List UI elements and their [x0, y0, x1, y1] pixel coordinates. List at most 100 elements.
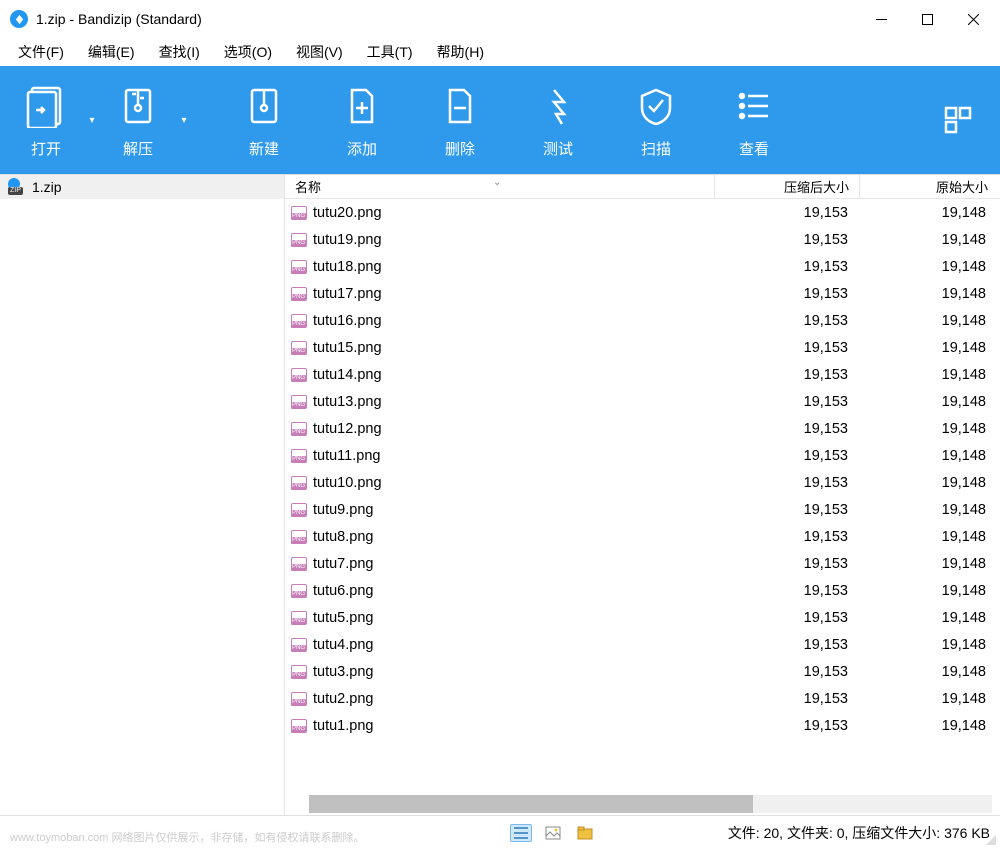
col-original[interactable]: 原始大小 — [860, 175, 998, 198]
extract-button[interactable]: 解压 — [106, 74, 170, 167]
file-row[interactable]: tutu15.png 19,153 19,148 — [285, 334, 1000, 361]
file-name: tutu16.png — [313, 313, 382, 329]
file-original: 19,148 — [860, 421, 998, 437]
app-icon — [10, 10, 28, 28]
file-original: 19,148 — [860, 529, 998, 545]
file-original: 19,148 — [860, 502, 998, 518]
minimize-button[interactable] — [858, 3, 904, 35]
file-row[interactable]: tutu20.png 19,153 19,148 — [285, 199, 1000, 226]
file-name: tutu3.png — [313, 664, 373, 680]
file-row[interactable]: tutu16.png 19,153 19,148 — [285, 307, 1000, 334]
view-details-icon[interactable] — [510, 824, 532, 842]
delete-icon — [438, 82, 482, 130]
file-panel: 名称 ⌄ 压缩后大小 原始大小 tutu20.png 19,153 19,148… — [285, 175, 1000, 815]
extract-label: 解压 — [123, 138, 153, 159]
png-icon — [291, 233, 307, 247]
file-row[interactable]: tutu14.png 19,153 19,148 — [285, 361, 1000, 388]
view-button[interactable]: 查看 — [722, 74, 786, 167]
file-name: tutu4.png — [313, 637, 373, 653]
file-name: tutu8.png — [313, 529, 373, 545]
view-thumbnails-icon[interactable] — [542, 824, 564, 842]
extract-dropdown[interactable]: ▾ — [170, 115, 198, 126]
file-row[interactable]: tutu3.png 19,153 19,148 — [285, 658, 1000, 685]
window-title: 1.zip - Bandizip (Standard) — [36, 11, 858, 27]
png-icon — [291, 584, 307, 598]
png-icon — [291, 422, 307, 436]
zip-icon: ZIP — [8, 180, 26, 194]
file-row[interactable]: tutu11.png 19,153 19,148 — [285, 442, 1000, 469]
open-button[interactable]: 打开 — [14, 74, 78, 167]
file-compressed: 19,153 — [715, 475, 860, 491]
file-original: 19,148 — [860, 205, 998, 221]
menu-edit[interactable]: 编辑(E) — [78, 40, 145, 64]
file-compressed: 19,153 — [715, 367, 860, 383]
file-compressed: 19,153 — [715, 421, 860, 437]
test-label: 测试 — [543, 138, 573, 159]
png-icon — [291, 503, 307, 517]
file-row[interactable]: tutu5.png 19,153 19,148 — [285, 604, 1000, 631]
file-compressed: 19,153 — [715, 286, 860, 302]
file-compressed: 19,153 — [715, 205, 860, 221]
new-label: 新建 — [249, 138, 279, 159]
file-row[interactable]: tutu4.png 19,153 19,148 — [285, 631, 1000, 658]
menu-options[interactable]: 选项(O) — [214, 40, 282, 64]
open-dropdown[interactable]: ▾ — [78, 115, 106, 126]
tree-root[interactable]: ZIP 1.zip — [0, 175, 284, 199]
menu-help[interactable]: 帮助(H) — [427, 40, 494, 64]
view-label: 查看 — [739, 138, 769, 159]
file-row[interactable]: tutu18.png 19,153 19,148 — [285, 253, 1000, 280]
file-row[interactable]: tutu12.png 19,153 19,148 — [285, 415, 1000, 442]
file-row[interactable]: tutu1.png 19,153 19,148 — [285, 712, 1000, 739]
file-row[interactable]: tutu7.png 19,153 19,148 — [285, 550, 1000, 577]
menu-file[interactable]: 文件(F) — [8, 40, 74, 64]
file-original: 19,148 — [860, 367, 998, 383]
png-icon — [291, 638, 307, 652]
file-row[interactable]: tutu2.png 19,153 19,148 — [285, 685, 1000, 712]
close-button[interactable] — [950, 3, 996, 35]
delete-label: 删除 — [445, 138, 475, 159]
col-compressed[interactable]: 压缩后大小 — [715, 175, 860, 198]
png-icon — [291, 530, 307, 544]
file-name: tutu15.png — [313, 340, 382, 356]
file-row[interactable]: tutu6.png 19,153 19,148 — [285, 577, 1000, 604]
folder-tree: ZIP 1.zip — [0, 175, 285, 815]
file-row[interactable]: tutu8.png 19,153 19,148 — [285, 523, 1000, 550]
png-icon — [291, 611, 307, 625]
file-name: tutu5.png — [313, 610, 373, 626]
extract-icon — [116, 82, 160, 130]
file-row[interactable]: tutu19.png 19,153 19,148 — [285, 226, 1000, 253]
codepage-button[interactable] — [930, 88, 986, 152]
toolbar: 打开 ▾ 解压 ▾ 新建 添加 删除 测试 扫描 查看 — [0, 66, 1000, 174]
delete-button[interactable]: 删除 — [428, 74, 492, 167]
menu-find[interactable]: 查找(I) — [149, 40, 210, 64]
png-icon — [291, 206, 307, 220]
png-icon — [291, 341, 307, 355]
horizontal-scrollbar[interactable] — [309, 795, 992, 813]
menu-tools[interactable]: 工具(T) — [357, 40, 423, 64]
scan-button[interactable]: 扫描 — [624, 74, 688, 167]
file-original: 19,148 — [860, 313, 998, 329]
file-row[interactable]: tutu9.png 19,153 19,148 — [285, 496, 1000, 523]
file-compressed: 19,153 — [715, 583, 860, 599]
test-button[interactable]: 测试 — [526, 74, 590, 167]
codepage-icon — [936, 96, 980, 144]
file-row[interactable]: tutu10.png 19,153 19,148 — [285, 469, 1000, 496]
file-original: 19,148 — [860, 448, 998, 464]
title-bar: 1.zip - Bandizip (Standard) — [0, 0, 1000, 38]
file-compressed: 19,153 — [715, 610, 860, 626]
file-row[interactable]: tutu13.png 19,153 19,148 — [285, 388, 1000, 415]
view-explorer-icon[interactable] — [574, 824, 596, 842]
file-list[interactable]: tutu20.png 19,153 19,148 tutu19.png 19,1… — [285, 199, 1000, 793]
png-icon — [291, 719, 307, 733]
maximize-button[interactable] — [904, 3, 950, 35]
file-original: 19,148 — [860, 340, 998, 356]
menu-view[interactable]: 视图(V) — [286, 40, 353, 64]
new-button[interactable]: 新建 — [232, 74, 296, 167]
file-name: tutu2.png — [313, 691, 373, 707]
file-name: tutu19.png — [313, 232, 382, 248]
file-name: tutu17.png — [313, 286, 382, 302]
resize-grip[interactable] — [984, 833, 996, 845]
add-button[interactable]: 添加 — [330, 74, 394, 167]
file-row[interactable]: tutu17.png 19,153 19,148 — [285, 280, 1000, 307]
file-original: 19,148 — [860, 610, 998, 626]
